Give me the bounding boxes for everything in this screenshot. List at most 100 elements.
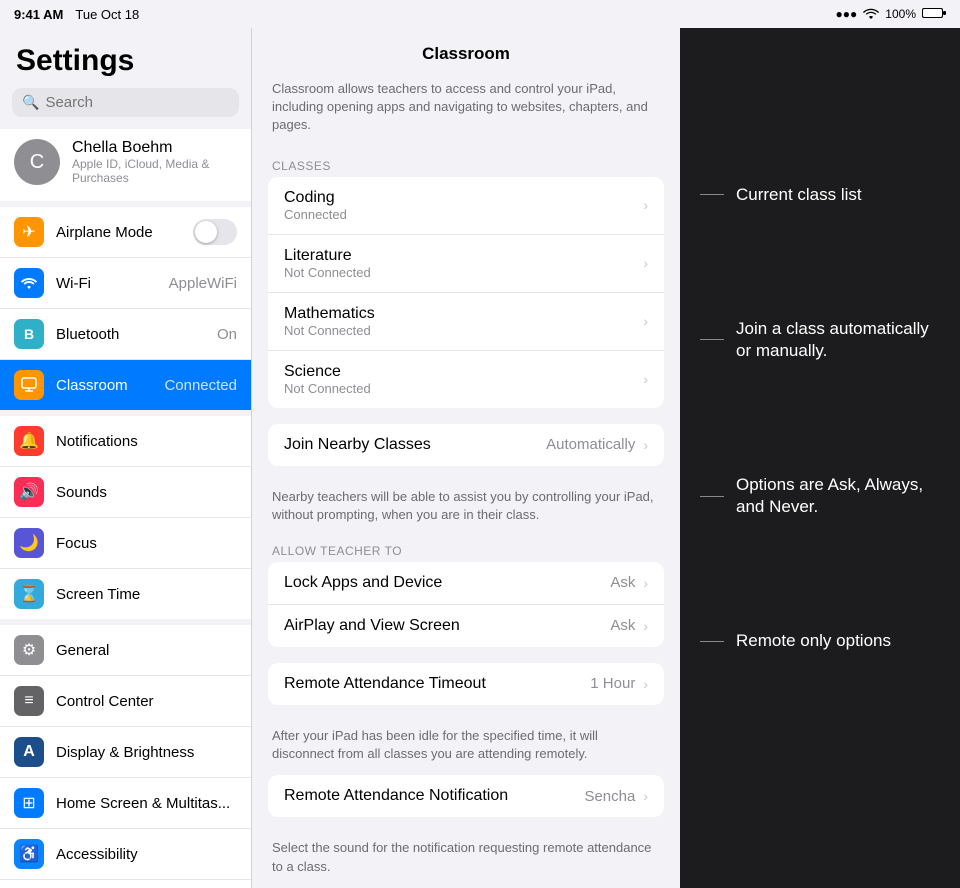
sidebar-item-focus[interactable]: 🌙 Focus (0, 518, 251, 569)
homescreen-icon: ⊞ (14, 788, 44, 818)
user-name: Chella Boehm (72, 139, 237, 157)
annotation-text-2: Join a class automatically or manually. (736, 318, 940, 362)
join-nearby-row[interactable]: Join Nearby Classes Automatically › (268, 424, 664, 466)
sidebar-label-accessibility: Accessibility (56, 846, 237, 863)
signal-icon: ●●● (836, 7, 858, 21)
sidebar-label-controlcenter: Control Center (56, 693, 237, 710)
lock-apps-row[interactable]: Lock Apps and Device Ask › (268, 562, 664, 605)
battery-text: 100% (885, 7, 916, 21)
sidebar-item-homescreen[interactable]: ⊞ Home Screen & Multitas... (0, 778, 251, 829)
join-nearby-description: Nearby teachers will be able to assist y… (252, 482, 680, 536)
remote-notification-description: Select the sound for the notification re… (252, 833, 680, 887)
sidebar-item-airplane[interactable]: ✈ Airplane Mode (0, 207, 251, 258)
annotation-line-4 (700, 641, 724, 642)
class-science-label: Science Not Connected (284, 363, 635, 396)
sidebar-label-sounds: Sounds (56, 484, 237, 501)
class-mathematics-label: Mathematics Not Connected (284, 305, 635, 338)
class-coding-label: Coding Connected (284, 189, 635, 222)
sidebar-label-focus: Focus (56, 535, 237, 552)
avatar: C (14, 139, 60, 185)
class-row-literature[interactable]: Literature Not Connected › (268, 235, 664, 293)
search-bar[interactable]: 🔍 🎤 (12, 88, 239, 117)
remote-timeout-row[interactable]: Remote Attendance Timeout 1 Hour › (268, 663, 664, 705)
remote-notification-label: Remote Attendance Notification (284, 787, 576, 805)
sidebar-item-display[interactable]: A Display & Brightness (0, 727, 251, 778)
airplay-value: Ask (610, 617, 635, 634)
annotation-line-2 (700, 339, 724, 340)
notifications-icon: 🔔 (14, 426, 44, 456)
sidebar-item-general[interactable]: ⚙ General (0, 625, 251, 676)
sidebar-item-classroom[interactable]: Classroom Connected (0, 360, 251, 410)
classroom-value: Connected (164, 377, 237, 394)
remote-notification-value: Sencha (584, 788, 635, 805)
content-description: Classroom allows teachers to access and … (252, 80, 680, 151)
sidebar-label-notifications: Notifications (56, 433, 237, 450)
wifi-sidebar-icon (14, 268, 44, 298)
status-bar: 9:41 AM Tue Oct 18 ●●● 100% (0, 0, 960, 28)
accessibility-icon: ♿ (14, 839, 44, 869)
airplane-toggle[interactable] (193, 219, 237, 245)
chevron-icon: › (643, 197, 648, 213)
classroom-icon (14, 370, 44, 400)
search-input[interactable] (45, 94, 244, 111)
annotation-4: Remote only options (700, 630, 940, 652)
sidebar-label-classroom: Classroom (56, 377, 152, 394)
join-nearby-label: Join Nearby Classes (284, 436, 538, 454)
sidebar-item-bluetooth[interactable]: B Bluetooth On (0, 309, 251, 360)
allow-teacher-label: ALLOW TEACHER TO (252, 536, 680, 562)
airplane-icon: ✈ (14, 217, 44, 247)
sidebar-label-wifi: Wi-Fi (56, 275, 157, 292)
sidebar-item-wifi[interactable]: Wi-Fi AppleWiFi (0, 258, 251, 309)
battery-icon (922, 7, 946, 22)
chevron-icon: › (643, 676, 648, 692)
content-area: Classroom Classroom allows teachers to a… (252, 28, 680, 888)
chevron-icon: › (643, 371, 648, 387)
airplay-label: AirPlay and View Screen (284, 617, 602, 635)
remote-notification-row[interactable]: Remote Attendance Notification Sencha › (268, 775, 664, 817)
sidebar-label-homescreen: Home Screen & Multitas... (56, 795, 237, 812)
general-icon: ⚙ (14, 635, 44, 665)
annotation-text-1: Current class list (736, 184, 862, 206)
sidebar-item-screentime[interactable]: ⌛ Screen Time (0, 569, 251, 619)
controlcenter-icon: ≡ (14, 686, 44, 716)
content-title: Classroom (252, 28, 680, 80)
chevron-icon: › (643, 618, 648, 634)
status-date: Tue Oct 18 (75, 7, 139, 22)
airplay-row[interactable]: AirPlay and View Screen Ask › (268, 605, 664, 647)
chevron-icon: › (643, 788, 648, 804)
class-literature-label: Literature Not Connected (284, 247, 635, 280)
remote-timeout-value: 1 Hour (590, 675, 635, 692)
annotation-area: Current class list Join a class automati… (680, 28, 960, 888)
chevron-icon: › (643, 437, 648, 453)
sidebar-label-screentime: Screen Time (56, 586, 237, 603)
sidebar-label-airplane: Airplane Mode (56, 224, 181, 241)
status-time: 9:41 AM (14, 7, 63, 22)
join-nearby-value: Automatically (546, 436, 635, 453)
toggle-knob (195, 221, 217, 243)
class-row-mathematics[interactable]: Mathematics Not Connected › (268, 293, 664, 351)
classes-card: Coding Connected › Literature Not Connec… (268, 177, 664, 408)
sidebar-item-sounds[interactable]: 🔊 Sounds (0, 467, 251, 518)
annotation-1: Current class list (700, 184, 940, 206)
wifi-value: AppleWiFi (169, 275, 237, 292)
settings-title: Settings (0, 28, 251, 88)
remote-card: Remote Attendance Timeout 1 Hour › (268, 663, 664, 705)
sidebar-item-controlcenter[interactable]: ≡ Control Center (0, 676, 251, 727)
user-profile[interactable]: C Chella Boehm Apple ID, iCloud, Media &… (0, 129, 251, 195)
class-row-science[interactable]: Science Not Connected › (268, 351, 664, 408)
chevron-icon: › (643, 575, 648, 591)
sidebar-item-accessibility[interactable]: ♿ Accessibility (0, 829, 251, 880)
notifications-section: 🔔 Notifications 🔊 Sounds 🌙 Focus ⌛ Scree… (0, 416, 251, 619)
annotation-text-3: Options are Ask, Always, and Never. (736, 474, 940, 518)
allow-teacher-card: Lock Apps and Device Ask › AirPlay and V… (268, 562, 664, 647)
search-icon: 🔍 (22, 94, 39, 111)
sidebar-label-general: General (56, 642, 237, 659)
sidebar-item-wallpaper[interactable]: 🌸 Wallpaper (0, 880, 251, 888)
focus-icon: 🌙 (14, 528, 44, 558)
sounds-icon: 🔊 (14, 477, 44, 507)
status-icons: ●●● 100% (836, 7, 946, 22)
sidebar-item-notifications[interactable]: 🔔 Notifications (0, 416, 251, 467)
bluetooth-value: On (217, 326, 237, 343)
class-row-coding[interactable]: Coding Connected › (268, 177, 664, 235)
bluetooth-icon: B (14, 319, 44, 349)
